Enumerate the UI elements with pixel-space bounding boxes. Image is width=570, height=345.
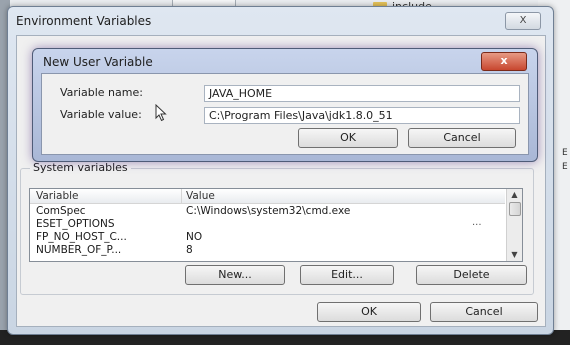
system-variables-table[interactable]: Variable Value ComSpec C:\Windows\system…	[29, 188, 523, 262]
ellipsis-indicator: ...	[472, 217, 482, 228]
table-row[interactable]: ComSpec C:\Windows\system32\cmd.exe	[30, 205, 505, 218]
scroll-down-icon[interactable]: ▼	[507, 249, 522, 261]
variable-value-input[interactable]: C:\Program Files\Java\jdk1.8.0_51	[204, 107, 520, 124]
scrollbar-thumb[interactable]	[509, 202, 521, 216]
new-button[interactable]: New...	[185, 265, 285, 285]
vertical-scrollbar[interactable]: ▲ ▼	[506, 189, 522, 261]
variable-cell: ESET_OPTIONS	[36, 218, 115, 230]
new-user-variable-dialog: New User Variable x Variable name: JAVA_…	[32, 48, 538, 162]
variable-cell: FP_NO_HOST_C...	[36, 231, 127, 243]
variable-name-label: Variable name:	[60, 86, 143, 99]
dialog-title: Environment Variables	[16, 14, 152, 28]
ok-button[interactable]: OK	[298, 128, 398, 148]
column-header-variable[interactable]: Variable	[36, 190, 79, 202]
cancel-button[interactable]: Cancel	[408, 128, 516, 148]
background-right-letter: E	[562, 162, 568, 172]
variable-cell: NUMBER_OF_P...	[36, 244, 122, 256]
mouse-cursor-icon	[155, 104, 167, 122]
edit-button[interactable]: Edit...	[300, 265, 394, 285]
variable-value-label: Variable value:	[60, 108, 142, 121]
system-variables-label: System variables	[30, 161, 131, 174]
table-row[interactable]: FP_NO_HOST_C... NO	[30, 231, 505, 244]
close-icon: X	[519, 15, 527, 26]
variable-name-input[interactable]: JAVA_HOME	[204, 85, 520, 102]
variable-cell: ComSpec	[36, 205, 86, 217]
close-button[interactable]: X	[505, 12, 541, 30]
value-cell: C:\Windows\system32\cmd.exe	[186, 205, 351, 217]
table-header: Variable Value	[30, 189, 505, 204]
scroll-up-icon[interactable]: ▲	[507, 189, 522, 201]
dialog-title: New User Variable	[43, 55, 153, 69]
background-right-letter: E	[562, 148, 568, 158]
delete-button[interactable]: Delete	[416, 265, 527, 285]
column-divider	[181, 189, 182, 203]
value-cell: 8	[186, 244, 193, 256]
table-row[interactable]: NUMBER_OF_P... 8	[30, 244, 505, 257]
ok-button[interactable]: OK	[317, 302, 421, 322]
table-row[interactable]: ESET_OPTIONS	[30, 218, 505, 231]
close-button[interactable]: x	[481, 52, 527, 71]
close-icon: x	[500, 54, 508, 67]
cancel-button[interactable]: Cancel	[430, 302, 538, 322]
value-cell: NO	[186, 231, 203, 243]
column-header-value[interactable]: Value	[186, 190, 215, 202]
dialog-body: Variable name: JAVA_HOME Variable value:…	[41, 73, 529, 155]
